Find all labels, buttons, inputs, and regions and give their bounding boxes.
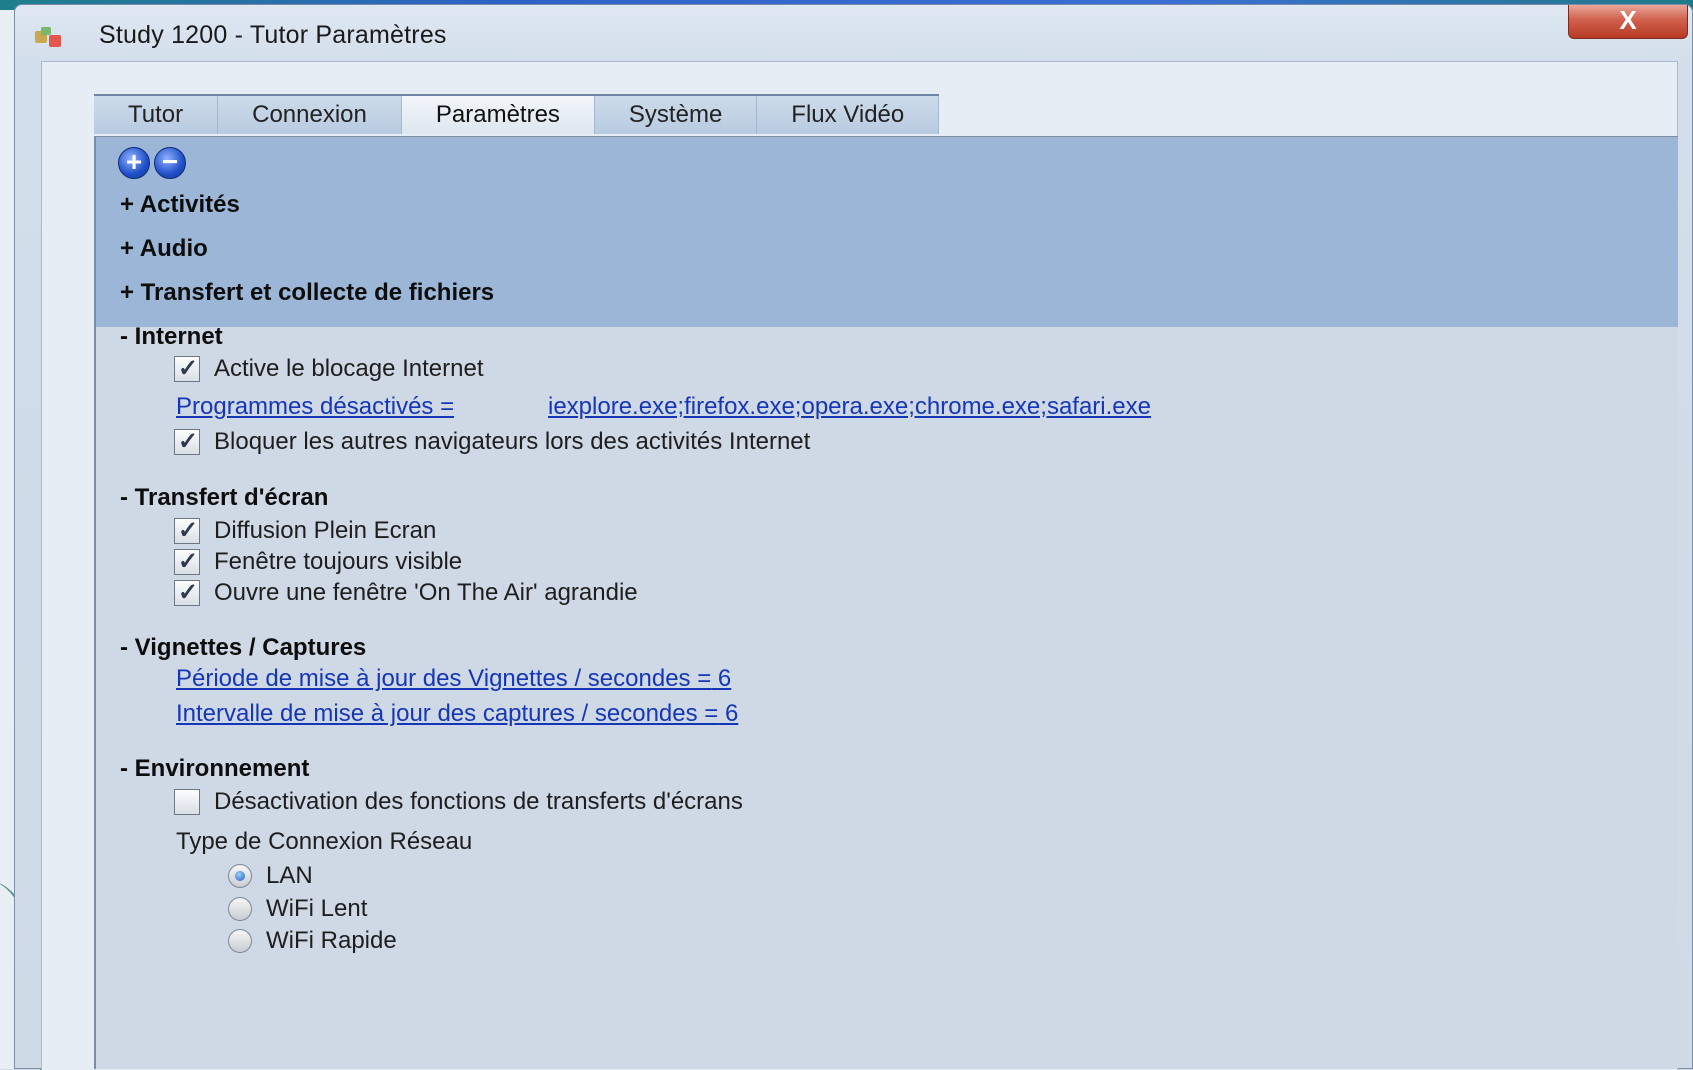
expand-all-button[interactable]: + xyxy=(118,147,150,179)
disable-transfers-label: Désactivation des fonctions de transfert… xyxy=(214,788,743,815)
disabled-programs-link[interactable]: Programmes désactivés = xyxy=(176,393,454,421)
on-the-air-option[interactable]: Ouvre une fenêtre 'On The Air' agrandie xyxy=(174,578,638,607)
block-browsers-label: Bloquer les autres navigateurs lors des … xyxy=(214,428,811,455)
tab-parametres[interactable]: Paramètres xyxy=(401,96,595,134)
block-internet-label: Active le blocage Internet xyxy=(214,355,484,382)
always-visible-label: Fenêtre toujours visible xyxy=(214,548,463,575)
capture-interval-label: Intervalle de mise à jour des captures /… xyxy=(176,700,719,727)
tab-flux-video[interactable]: Flux Vidéo xyxy=(757,96,940,134)
tab-tutor[interactable]: Tutor xyxy=(94,96,219,134)
section-vignettes[interactable]: - Vignettes / Captures xyxy=(120,634,366,662)
app-icon xyxy=(35,27,63,49)
section-transfert-ecran[interactable]: - Transfert d'écran xyxy=(120,484,328,512)
block-browsers-checkbox[interactable] xyxy=(174,427,200,456)
thumbnail-period-value: 6 xyxy=(717,665,732,692)
on-the-air-checkbox[interactable] xyxy=(174,578,200,607)
section-environnement[interactable]: - Environnement xyxy=(120,755,309,783)
title-bar[interactable]: Study 1200 - Tutor Paramètres X xyxy=(15,5,1692,61)
on-the-air-label: Ouvre une fenêtre 'On The Air' agrandie xyxy=(214,579,638,606)
always-visible-option[interactable]: Fenêtre toujours visible xyxy=(174,547,463,576)
disable-transfers-checkbox[interactable] xyxy=(174,789,200,815)
tab-systeme[interactable]: Système xyxy=(594,96,758,134)
disabled-programs-value[interactable]: iexplore.exe;firefox.exe;opera.exe;chrom… xyxy=(548,393,1151,421)
window-title: Study 1200 - Tutor Paramètres xyxy=(99,21,447,49)
fullscreen-broadcast-checkbox[interactable] xyxy=(174,516,200,545)
fullscreen-broadcast-option[interactable]: Diffusion Plein Ecran xyxy=(174,516,437,545)
fullscreen-broadcast-label: Diffusion Plein Ecran xyxy=(214,517,437,544)
block-internet-checkbox[interactable] xyxy=(174,354,200,383)
section-activites[interactable]: + Activités xyxy=(120,191,240,219)
thumbnail-period-link[interactable]: Période de mise à jour des Vignettes / s… xyxy=(176,665,731,693)
disable-transfers-option[interactable]: Désactivation des fonctions de transfert… xyxy=(174,788,743,816)
network-wifi-slow-label: WiFi Lent xyxy=(266,895,368,922)
network-type-label: Type de Connexion Réseau xyxy=(176,828,473,855)
always-visible-checkbox[interactable] xyxy=(174,547,200,576)
settings-panel: + − + Activités + Audio + Transfert et c… xyxy=(94,136,1678,1069)
network-lan-radio[interactable] xyxy=(228,864,252,888)
close-button[interactable]: X xyxy=(1568,5,1688,39)
section-internet[interactable]: - Internet xyxy=(120,323,223,351)
section-audio[interactable]: + Audio xyxy=(120,235,208,263)
tab-connexion[interactable]: Connexion xyxy=(218,96,402,134)
network-wifi-fast-label: WiFi Rapide xyxy=(266,927,397,954)
network-wifi-slow-radio[interactable] xyxy=(228,897,252,921)
block-internet-option[interactable]: Active le blocage Internet xyxy=(174,354,484,383)
network-wifi-fast-option[interactable]: WiFi Rapide xyxy=(228,927,397,955)
collapse-all-button[interactable]: − xyxy=(154,147,186,179)
network-wifi-slow-option[interactable]: WiFi Lent xyxy=(228,895,367,923)
network-wifi-fast-radio[interactable] xyxy=(228,929,252,953)
section-transfert-fichiers[interactable]: + Transfert et collecte de fichiers xyxy=(120,279,494,307)
thumbnail-period-label: Période de mise à jour des Vignettes / s… xyxy=(176,665,712,692)
capture-interval-value: 6 xyxy=(724,700,739,727)
block-browsers-option[interactable]: Bloquer les autres navigateurs lors des … xyxy=(174,427,811,456)
network-lan-option[interactable]: LAN xyxy=(228,862,313,890)
network-lan-label: LAN xyxy=(266,862,313,889)
capture-interval-link[interactable]: Intervalle de mise à jour des captures /… xyxy=(176,700,738,728)
tab-bar: Tutor Connexion Paramètres Système Flux … xyxy=(94,94,940,136)
